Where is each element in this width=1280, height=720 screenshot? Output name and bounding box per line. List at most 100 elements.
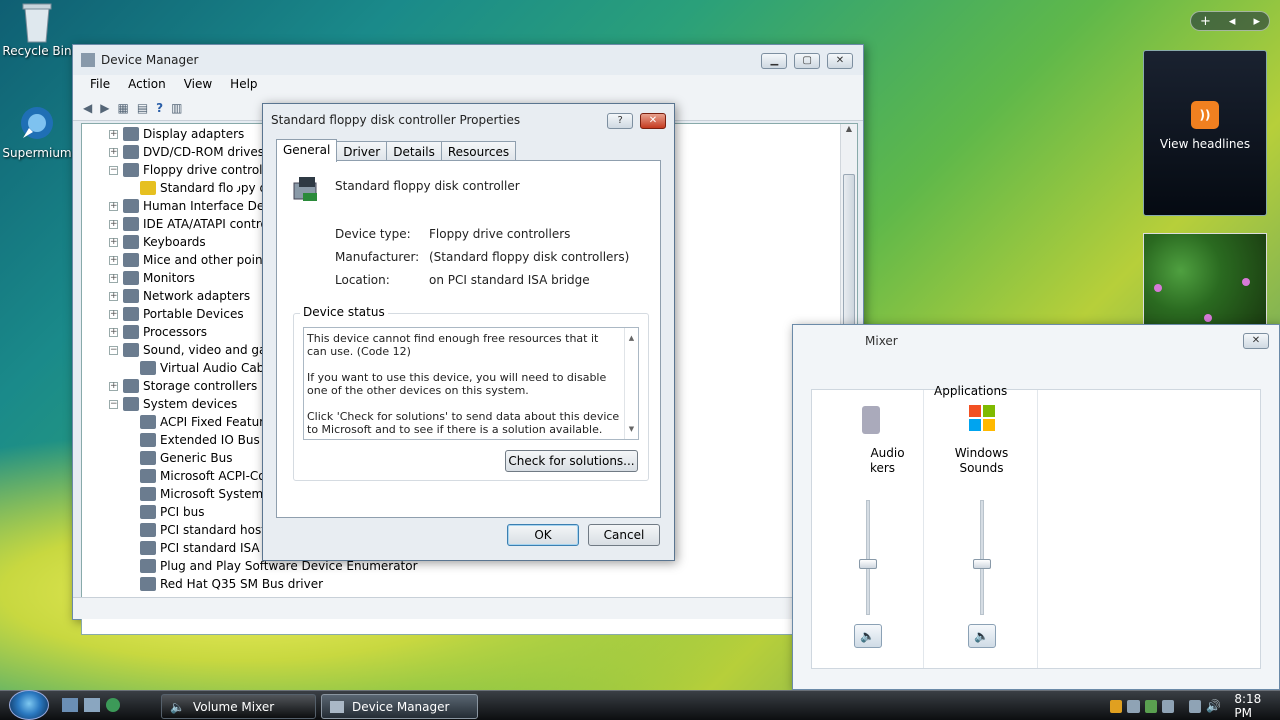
show-hide-tree-icon[interactable]: ▦	[117, 101, 128, 115]
tree-item-label: Plug and Play Software Device Enumerator	[160, 559, 418, 573]
device-icon	[123, 145, 139, 159]
feed-headlines-gadget[interactable]: )) View headlines	[1143, 50, 1267, 216]
expand-toggle-icon[interactable]: +	[109, 291, 118, 301]
device-mute-button[interactable]: 🔈	[853, 624, 882, 648]
tab-resources[interactable]: Resources	[440, 141, 517, 162]
tray-app-icon[interactable]	[1127, 699, 1140, 713]
tree-item-label: Extended IO Bus	[160, 433, 260, 447]
device-manager-titlebar[interactable]: Device Manager ▁ ▢ ✕	[73, 45, 863, 75]
tree-device-item[interactable]: Extended IO Bus	[140, 431, 260, 449]
help-icon[interactable]: ?	[156, 101, 163, 115]
device-status-textbox[interactable]: This device cannot find enough free reso…	[303, 327, 639, 440]
app-volume-track[interactable]	[972, 500, 991, 615]
maximize-button[interactable]: ▢	[794, 52, 821, 69]
tree-category-item[interactable]: + Processors	[109, 323, 207, 341]
menu-file[interactable]: File	[81, 75, 119, 95]
tree-category-item[interactable]: − System devices	[109, 395, 237, 413]
switch-windows-icon[interactable]	[84, 698, 100, 712]
status-scrollbar[interactable]: ▲ ▼	[624, 328, 638, 439]
safely-remove-icon[interactable]	[1144, 699, 1157, 713]
close-button[interactable]: ✕	[640, 112, 666, 129]
sidebar-next-button[interactable]: ▸	[1253, 14, 1260, 29]
properties-icon[interactable]: ▤	[137, 101, 148, 115]
show-desktop-icon[interactable]	[62, 698, 78, 712]
expand-toggle-icon[interactable]: +	[109, 381, 118, 391]
app-name: Windows Sounds	[954, 446, 1009, 475]
taskbar-button-device-manager[interactable]: Device Manager	[321, 694, 478, 719]
close-button[interactable]: ✕	[1243, 333, 1269, 349]
sidebar-prev-button[interactable]: ◂	[1229, 14, 1236, 29]
tree-device-item[interactable]: Virtual Audio Cable	[140, 359, 275, 377]
system-tray: 🔊 8:18 PM	[1110, 691, 1280, 720]
dialog-titlebar[interactable]: Standard floppy disk controller Properti…	[263, 104, 674, 136]
tray-extra-icon[interactable]	[1161, 699, 1175, 713]
properties-dialog: Standard floppy disk controller Properti…	[262, 103, 675, 561]
slideshow-gadget[interactable]	[1143, 233, 1267, 327]
device-icon	[123, 253, 139, 267]
expand-toggle-icon[interactable]: +	[109, 309, 118, 319]
tab-details[interactable]: Details	[386, 141, 442, 162]
tree-category-item[interactable]: + Monitors	[109, 269, 195, 287]
tree-category-item[interactable]: + Network adapters	[109, 287, 250, 305]
app-volume-slider[interactable]	[972, 558, 991, 569]
location-label: Location:	[335, 273, 390, 287]
tree-category-item[interactable]: + Display adapters	[109, 125, 244, 143]
desktop-icon-label: Recycle Bin	[2, 44, 72, 58]
network-icon[interactable]	[1189, 699, 1202, 713]
tree-category-item[interactable]: − Floppy drive controllers	[109, 161, 284, 179]
tab-driver[interactable]: Driver	[336, 141, 388, 162]
tree-category-item[interactable]: + DVD/CD-ROM drives	[109, 143, 264, 161]
clock[interactable]: 8:18 PM	[1234, 692, 1280, 720]
check-for-solutions-button[interactable]: Check for solutions...	[505, 450, 638, 472]
tree-device-item[interactable]: Generic Bus	[140, 449, 232, 467]
desktop-icon-supermium[interactable]: Supermium	[2, 104, 72, 160]
close-button[interactable]: ✕	[827, 52, 853, 69]
device-icon	[123, 127, 139, 141]
device-icon	[123, 271, 139, 285]
device-volume-slider[interactable]	[858, 558, 877, 569]
sidebar-add-button[interactable]: +	[1200, 14, 1211, 29]
back-icon[interactable]: ◀	[83, 101, 92, 115]
floppy-controller-icon	[291, 173, 323, 205]
status-bar	[73, 597, 863, 619]
tab-general[interactable]: General	[276, 139, 338, 162]
device-icon	[140, 433, 156, 447]
expand-toggle-icon[interactable]: +	[109, 219, 118, 229]
tree-device-item[interactable]: PCI bus	[140, 503, 204, 521]
menu-help[interactable]: Help	[221, 75, 266, 95]
view-headlines-label[interactable]: View headlines	[1144, 137, 1266, 151]
volume-icon[interactable]: 🔊	[1206, 699, 1221, 713]
minimize-button[interactable]: ▁	[761, 52, 788, 69]
menu-view[interactable]: View	[175, 75, 221, 95]
expand-toggle-icon[interactable]: +	[109, 237, 118, 247]
tree-category-item[interactable]: + Storage controllers	[109, 377, 257, 395]
tree-device-item[interactable]: Red Hat Q35 SM Bus driver	[140, 575, 323, 593]
browser-icon[interactable]	[106, 698, 120, 712]
expand-toggle-icon[interactable]: +	[109, 327, 118, 337]
expand-toggle-icon[interactable]: +	[109, 201, 118, 211]
expand-toggle-icon[interactable]: −	[109, 399, 118, 409]
desktop-icon-recycle-bin[interactable]: Recycle Bin	[2, 2, 72, 58]
cancel-button[interactable]: Cancel	[588, 524, 660, 546]
expand-toggle-icon[interactable]: −	[109, 345, 118, 355]
expand-toggle-icon[interactable]: −	[109, 165, 118, 175]
expand-toggle-icon[interactable]: +	[109, 147, 118, 157]
security-shield-icon[interactable]	[1110, 699, 1123, 713]
tree-category-item[interactable]: + Portable Devices	[109, 305, 244, 323]
device-name: Audio kers	[869, 446, 905, 475]
scroll-up-arrow[interactable]: ▲	[841, 124, 857, 133]
help-button[interactable]: ?	[607, 112, 634, 129]
menu-action[interactable]: Action	[119, 75, 175, 95]
app-mute-button[interactable]: 🔈	[967, 624, 996, 648]
ok-button[interactable]: OK	[507, 524, 579, 546]
taskbar-button-volume-mixer[interactable]: 🔈 Volume Mixer	[161, 694, 316, 719]
start-button[interactable]	[9, 690, 49, 720]
device-volume-track[interactable]	[858, 500, 877, 615]
tree-category-item[interactable]: + Keyboards	[109, 233, 206, 251]
expand-toggle-icon[interactable]: +	[109, 273, 118, 283]
status-advice: If you want to use this device, you will…	[307, 371, 607, 397]
expand-toggle-icon[interactable]: +	[109, 129, 118, 139]
expand-toggle-icon[interactable]: +	[109, 255, 118, 265]
forward-icon[interactable]: ▶	[100, 101, 109, 115]
view-icon[interactable]: ▥	[171, 101, 182, 115]
